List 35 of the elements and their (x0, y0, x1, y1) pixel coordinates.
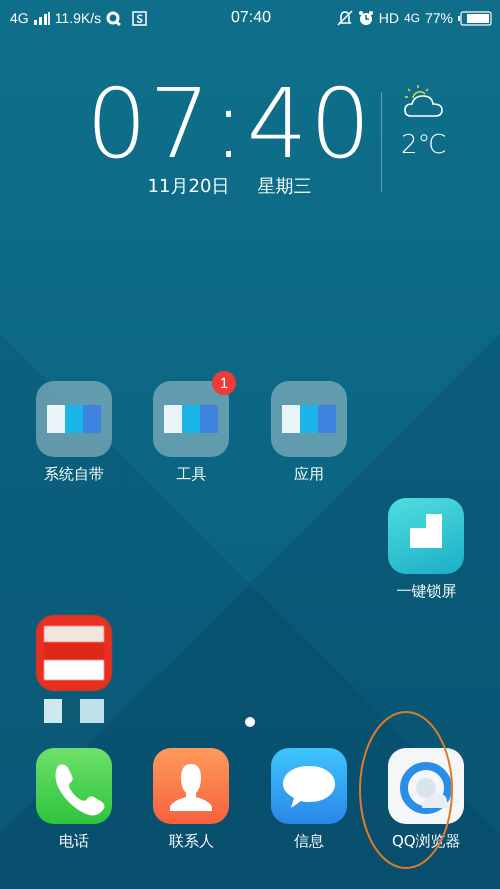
status-time: 07:40 (230, 9, 272, 27)
contacts-app-icon[interactable] (153, 748, 230, 824)
alarm-icon (358, 10, 374, 26)
clock-weekday: 星期三 (257, 175, 312, 198)
folder-label: 应用 (294, 465, 324, 484)
network-type: 4G (10, 10, 29, 26)
app-label: 联系人 (168, 832, 214, 851)
app-label: 一键锁屏 (396, 582, 456, 601)
temperature: 2℃ (400, 130, 447, 160)
battery-icon (458, 10, 492, 26)
folder-icon[interactable] (270, 381, 347, 457)
s-notification-icon (132, 10, 148, 26)
mute-bell-icon (336, 10, 353, 26)
clock-date: 11月20日 (148, 175, 230, 198)
partly-cloudy-icon[interactable] (402, 84, 445, 120)
hd-indicator: HD (378, 10, 399, 26)
blurred-label (44, 699, 104, 723)
blurred-app-icon[interactable] (36, 615, 112, 691)
lock-screen-app-icon[interactable] (388, 498, 464, 574)
battery-percent: 77% (424, 10, 454, 26)
page-indicator-dot[interactable] (245, 717, 255, 727)
app-label: 电话 (58, 832, 89, 851)
network-type: 4G (404, 11, 420, 25)
browser-app-icon[interactable] (388, 748, 464, 824)
phone-app-icon[interactable] (36, 748, 112, 824)
browser-notification-icon (106, 10, 122, 26)
clock-time[interactable]: 07:40 (86, 84, 373, 164)
messages-app-icon[interactable] (270, 748, 347, 824)
notification-badge: 1 (212, 371, 236, 395)
network-speed: 11.9K/s (54, 10, 102, 26)
folder-label: 系统自带 (44, 465, 104, 484)
folder-label: 工具 (176, 465, 206, 484)
folder-icon[interactable] (36, 381, 112, 457)
signal-icon (34, 12, 50, 24)
app-label: 信息 (294, 832, 324, 851)
